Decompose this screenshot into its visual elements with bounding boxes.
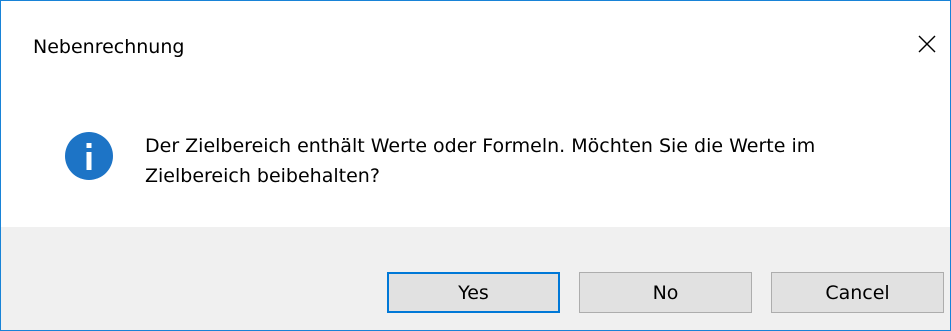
dialog-content: Der Zielbereich enthält Werte oder Forme… (1, 89, 950, 227)
button-bar: Yes No Cancel (1, 227, 950, 330)
cancel-button[interactable]: Cancel (771, 272, 944, 313)
dialog-message: Der Zielbereich enthält Werte oder Forme… (145, 135, 816, 187)
close-icon (918, 35, 936, 53)
dialog-title: Nebenrechnung (33, 36, 185, 58)
title-bar: Nebenrechnung (1, 1, 950, 89)
no-button[interactable]: No (579, 272, 752, 313)
info-icon (65, 132, 113, 180)
message-dialog: Nebenrechnung Der Zielbereich enthält We… (0, 0, 951, 331)
close-button[interactable] (904, 21, 950, 67)
yes-button[interactable]: Yes (387, 272, 560, 313)
